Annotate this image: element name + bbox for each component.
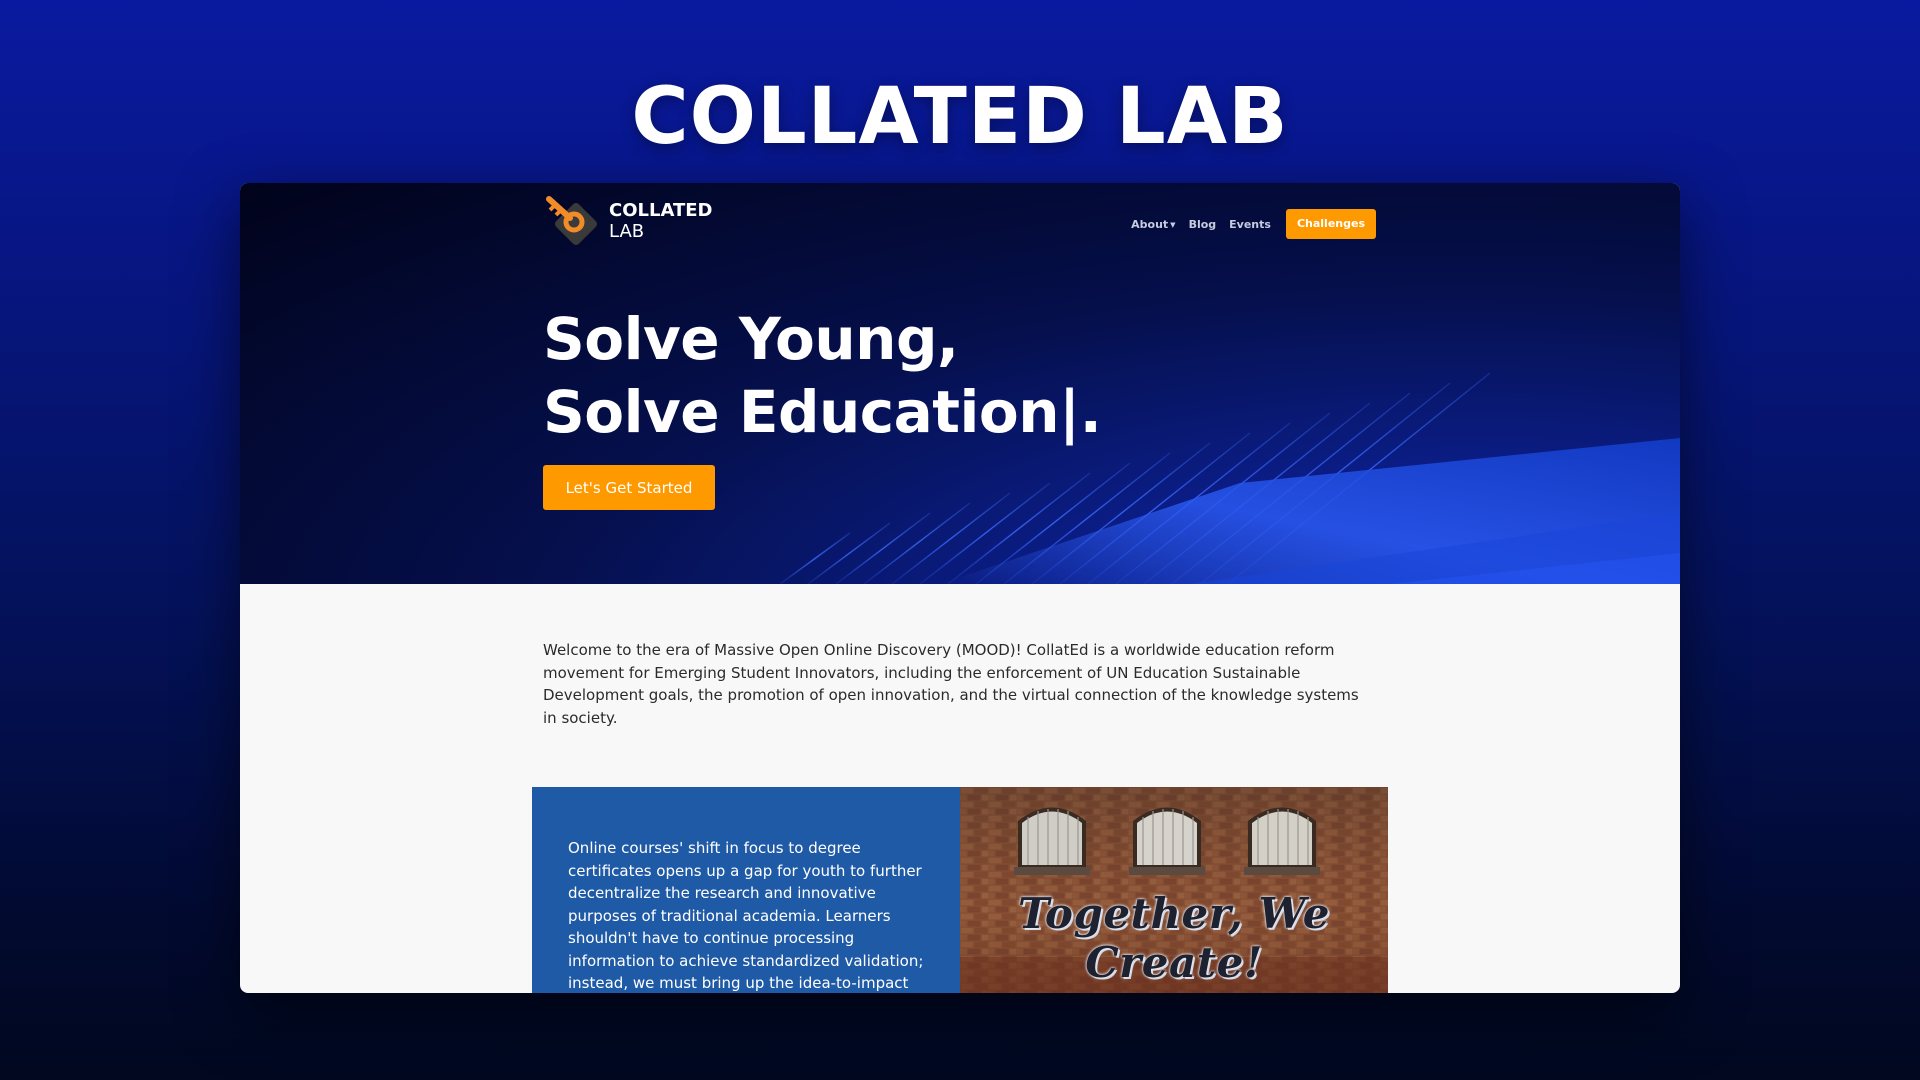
feature-image: Together, We Create! — [960, 787, 1388, 993]
caret-down-icon: ▼ — [1170, 220, 1176, 229]
intro-paragraph: Welcome to the era of Massive Open Onlin… — [543, 641, 1359, 727]
window-arches — [1014, 807, 1320, 875]
banner-title: COLLATED LAB — [631, 72, 1289, 162]
website-screenshot: COLLATED LAB About ▼ Blog Events Challeng… — [240, 183, 1680, 993]
hero-headline: Solve Young, Solve Education|. — [543, 303, 1102, 449]
graffiti-caption: Together, We Create! — [1018, 889, 1330, 987]
nav-events[interactable]: Events — [1229, 218, 1271, 231]
nav-about-label: About — [1131, 217, 1169, 231]
nav-about-dropdown[interactable]: About ▼ — [1131, 218, 1175, 231]
site-navbar: COLLATED LAB About ▼ Blog Events Challeng… — [240, 183, 1680, 263]
hero-headline-line1: Solve Young, — [543, 305, 959, 373]
hero-section: COLLATED LAB About ▼ Blog Events Challeng… — [240, 183, 1680, 584]
get-started-button[interactable]: Let's Get Started — [543, 465, 715, 510]
feature-text-panel: Online courses' shift in focus to degree… — [532, 787, 960, 993]
feature-text: Online courses' shift in focus to degree… — [568, 839, 924, 992]
logo-text-primary: COLLATED — [609, 200, 713, 221]
nav-blog[interactable]: Blog — [1189, 218, 1217, 231]
hero-headline-line2: Solve Education|. — [543, 378, 1102, 446]
primary-nav: About ▼ Blog Events Challenges — [1131, 209, 1376, 239]
challenges-button[interactable]: Challenges — [1285, 209, 1376, 239]
logo-text-secondary: LAB — [609, 221, 645, 242]
logo-wordmark: COLLATED LAB — [609, 200, 713, 242]
site-logo[interactable]: COLLATED LAB — [543, 191, 743, 251]
key-logo-icon — [546, 196, 597, 245]
feature-section: Online courses' shift in focus to degree… — [532, 787, 1388, 993]
